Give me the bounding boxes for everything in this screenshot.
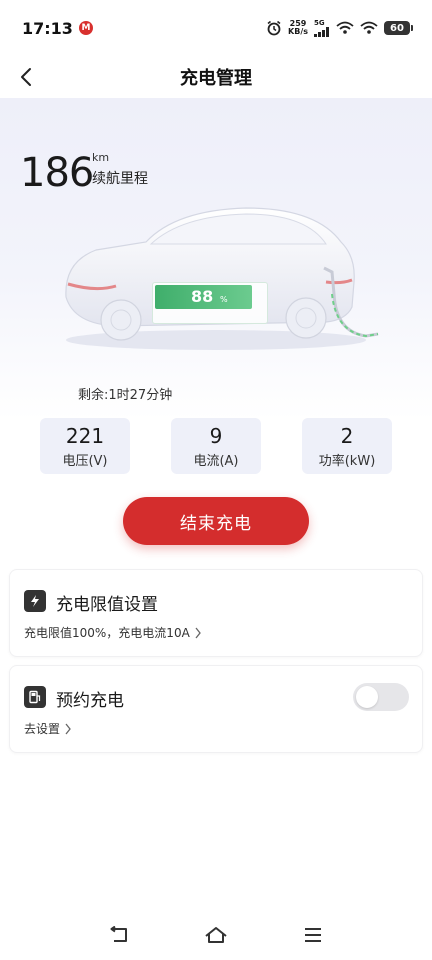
- power-label: 功率(kW): [318, 453, 376, 469]
- voltage-value: 221: [65, 423, 105, 448]
- scheduled-charging-link[interactable]: 去设置: [24, 720, 72, 737]
- nav-back-button[interactable]: [99, 915, 139, 955]
- status-icons: 259 KB/s 5G 60: [266, 18, 413, 37]
- app-notification-icon: M: [78, 21, 93, 35]
- stat-card-current: 9 电流(A): [171, 418, 261, 474]
- charge-limit-link[interactable]: 充电限值100%，充电电流10A: [24, 624, 202, 641]
- net-speed: 259 KB/s: [288, 20, 308, 36]
- nav-home-button[interactable]: [196, 915, 236, 955]
- car-illustration: [65, 207, 379, 350]
- charging-hero: 186 km 续航里程 88 % 剩余:1时27分钟: [0, 98, 432, 420]
- current-label: 电流(A): [193, 453, 239, 469]
- battery-level-text: 60: [390, 22, 404, 34]
- battery-percent-sign: %: [220, 295, 228, 304]
- current-value: 9: [209, 423, 223, 448]
- page-header: 充电管理: [0, 56, 432, 98]
- scheduled-charging-card: 预约充电 去设置: [9, 665, 423, 753]
- scheduled-charging-title: 预约充电: [56, 691, 124, 711]
- range-label: 续航里程: [92, 171, 148, 187]
- back-button[interactable]: [12, 62, 40, 92]
- nav-home-icon: [205, 927, 227, 943]
- stat-card-voltage: 221 电压(V): [40, 418, 130, 474]
- battery-percent: 88: [191, 287, 214, 306]
- battery-icon: 60: [384, 21, 413, 35]
- voltage-label: 电压(V): [62, 453, 108, 469]
- charging-stats: 221 电压(V) 9 电流(A) 2 功率(kW): [40, 418, 392, 474]
- toggle-knob: [356, 686, 378, 708]
- power-value: 2: [340, 423, 354, 448]
- range-value: 186: [20, 150, 94, 196]
- charge-limit-summary: 充电限值100%，充电电流10A: [24, 626, 190, 640]
- end-charging-button[interactable]: 结束充电: [123, 497, 309, 545]
- range-unit: km: [92, 151, 110, 164]
- status-time: 17:13: [22, 18, 73, 38]
- charge-limit-title: 充电限值设置: [56, 595, 158, 615]
- signal-bars-icon: [314, 26, 329, 37]
- chevron-right-icon: [65, 723, 71, 734]
- nav-menu-icon: [305, 928, 322, 942]
- page-title: 充电管理: [180, 68, 252, 89]
- charge-limit-icon: [24, 590, 46, 612]
- system-nav-bar: [0, 910, 432, 960]
- charge-limit-card[interactable]: 充电限值设置 充电限值100%，充电电流10A: [9, 569, 423, 657]
- remaining-time: 剩余:1时27分钟: [78, 388, 173, 403]
- nav-menu-button[interactable]: [293, 915, 333, 955]
- status-bar: 17:13 M 259 KB/s 5G 60: [0, 0, 432, 56]
- net-speed-unit: KB/s: [288, 27, 308, 36]
- stat-card-power: 2 功率(kW): [302, 418, 392, 474]
- scheduled-charging-toggle[interactable]: [353, 683, 409, 711]
- back-arrow-icon: [21, 68, 31, 86]
- cellular-signal: 5G: [314, 18, 330, 37]
- charging-station-icon: [24, 686, 46, 708]
- alarm-icon: [267, 20, 281, 36]
- network-type: 5G: [314, 18, 325, 27]
- chevron-right-icon: [195, 627, 201, 638]
- wifi-call-icon: [336, 21, 354, 34]
- nav-back-icon: [110, 926, 127, 942]
- battery-indicator: 88 %: [152, 282, 268, 324]
- scheduled-charging-setup: 去设置: [24, 722, 61, 736]
- wifi-icon: [360, 21, 378, 34]
